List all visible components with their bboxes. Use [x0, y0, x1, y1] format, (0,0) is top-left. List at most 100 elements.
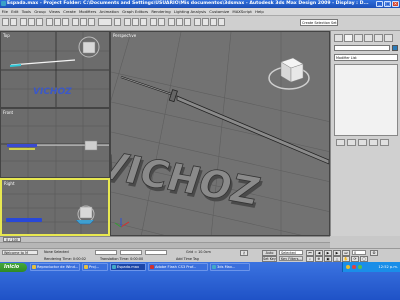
remove-modifier-button[interactable] — [369, 139, 378, 146]
top-view-graphic: VICHOZ — [1, 32, 109, 107]
show-end-result-button[interactable] — [347, 139, 356, 146]
menu-create[interactable]: Create — [62, 8, 78, 15]
menu-group[interactable]: Group — [33, 8, 48, 15]
modify-tab-icon[interactable] — [344, 34, 353, 42]
start-button[interactable]: Inicio — [0, 263, 27, 272]
key-mode-dropdown[interactable]: Selected — [279, 250, 303, 255]
angle-snap-button[interactable] — [132, 18, 139, 26]
3ds-max-icon — [112, 265, 116, 269]
unlink-button[interactable] — [28, 18, 35, 26]
undo-button[interactable] — [2, 18, 9, 26]
menu-bar: File Edit Tools Group Views Create Modifiers An… — [0, 8, 400, 16]
grid-size: Grid = 10.0cm — [186, 250, 211, 254]
main-toolbar: Create Selection Set — [0, 16, 400, 31]
taskbar-item-media-player[interactable]: Reproductor de Wind... — [30, 263, 80, 271]
app-icon[interactable] — [1, 1, 6, 6]
x-coordinate-field[interactable] — [95, 250, 117, 255]
snaps-toggle-button[interactable] — [124, 18, 131, 26]
menu-maxscript[interactable]: MAXScript — [231, 8, 254, 15]
volume-icon[interactable] — [358, 265, 362, 269]
key-filters-button[interactable]: Key Filters... — [279, 256, 303, 261]
key-icon[interactable]: ⚷ — [240, 250, 248, 256]
curve-editor-button[interactable] — [176, 18, 183, 26]
pin-stack-button[interactable] — [336, 139, 345, 146]
hierarchy-tab-icon[interactable] — [354, 34, 363, 42]
material-editor-button[interactable] — [194, 18, 201, 26]
front-view-graphic — [1, 109, 109, 177]
selection-set-dropdown[interactable]: Create Selection Set — [300, 19, 338, 26]
viewcube-top[interactable] — [82, 41, 96, 54]
render-frame-button[interactable] — [210, 18, 217, 26]
viewcube-right[interactable] — [79, 206, 93, 219]
quick-render-button[interactable] — [218, 18, 225, 26]
move-button[interactable] — [72, 18, 79, 26]
align-button[interactable] — [158, 18, 165, 26]
menu-animation[interactable]: Animation — [98, 8, 121, 15]
pivot-center-button[interactable] — [114, 18, 121, 26]
axis-tripod-icon — [114, 218, 130, 228]
viewcube-front[interactable] — [84, 140, 98, 151]
taskbar-item-espada[interactable]: Espada.max — [110, 263, 146, 271]
redo-button[interactable] — [10, 18, 17, 26]
y-coordinate-field[interactable] — [120, 250, 142, 255]
utilities-tab-icon[interactable] — [384, 34, 393, 42]
right-view-graphic — [2, 180, 108, 234]
select-by-name-button[interactable] — [54, 18, 61, 26]
object-name-field[interactable] — [334, 45, 390, 51]
object-color-swatch[interactable] — [392, 45, 398, 51]
add-time-tag[interactable]: Add Time Tag — [176, 257, 199, 261]
current-frame-field[interactable]: 0 — [352, 250, 366, 255]
select-link-button[interactable] — [20, 18, 27, 26]
modifier-list-dropdown[interactable]: Modifier List — [334, 54, 398, 61]
motion-tab-icon[interactable] — [364, 34, 373, 42]
select-object-button[interactable] — [46, 18, 53, 26]
maxscript-listener[interactable]: Welcome to M — [2, 250, 38, 255]
viewport-perspective[interactable]: Perspective VICHOZ VICHOZ — [110, 31, 330, 236]
create-tab-icon[interactable] — [334, 34, 343, 42]
menu-help[interactable]: Help — [254, 8, 266, 15]
menu-customize[interactable]: Customize — [208, 8, 231, 15]
configure-modifier-sets-button[interactable] — [380, 139, 389, 146]
time-configuration-icon[interactable]: ⚙ — [370, 250, 378, 256]
status-bar: Welcome to M None Selected Grid = 10.0cm… — [0, 248, 400, 263]
menu-rendering[interactable]: Rendering — [150, 8, 173, 15]
menu-tools[interactable]: Tools — [20, 8, 33, 15]
reference-coordinate-dropdown[interactable] — [98, 18, 112, 26]
display-tab-icon[interactable] — [374, 34, 383, 42]
mirror-button[interactable] — [150, 18, 157, 26]
taskbar-item-3dsmax[interactable]: 3ds Max... — [210, 263, 250, 271]
maximize-button[interactable]: □ — [384, 1, 391, 7]
region-select-button[interactable] — [62, 18, 69, 26]
viewport-right[interactable]: Right — [0, 178, 110, 236]
taskbar-item-project[interactable]: Proj... — [82, 263, 108, 271]
clock[interactable]: 12:52 p.m. — [378, 265, 398, 269]
layer-manager-button[interactable] — [168, 18, 175, 26]
selection-status: None Selected — [44, 250, 69, 254]
schematic-view-button[interactable] — [184, 18, 191, 26]
scale-button[interactable] — [88, 18, 95, 26]
title-bar: Espada.max - Project Folder: C:\Document… — [0, 0, 400, 8]
bind-space-warp-button[interactable] — [36, 18, 43, 26]
3ds-max-icon — [212, 265, 216, 269]
menu-edit[interactable]: Edit — [10, 8, 21, 15]
make-unique-button[interactable] — [358, 139, 367, 146]
minimize-button[interactable]: _ — [376, 1, 383, 7]
percent-snap-button[interactable] — [140, 18, 147, 26]
menu-file[interactable]: File — [0, 8, 10, 15]
render-setup-button[interactable] — [202, 18, 209, 26]
modifier-stack[interactable] — [334, 64, 398, 136]
security-icon[interactable] — [352, 265, 356, 269]
viewport-top[interactable]: Top VICHOZ — [0, 31, 110, 108]
viewcube-perspective[interactable] — [280, 57, 304, 83]
menu-lighting-analysis[interactable]: Lighting Analysis — [172, 8, 207, 15]
menu-modifiers[interactable]: Modifiers — [77, 8, 98, 15]
z-coordinate-field[interactable] — [145, 250, 167, 255]
viewport-front[interactable]: Front — [0, 108, 110, 178]
menu-views[interactable]: Views — [47, 8, 61, 15]
close-button[interactable]: × — [392, 1, 399, 7]
rotate-button[interactable] — [80, 18, 87, 26]
translation-time: Translation Time: 0:00:00 — [100, 257, 144, 261]
network-icon[interactable] — [346, 265, 350, 269]
menu-graph-editors[interactable]: Graph Editors — [120, 8, 149, 15]
taskbar-item-flash[interactable]: Adobe Flash CS3 Prof... — [148, 263, 208, 271]
